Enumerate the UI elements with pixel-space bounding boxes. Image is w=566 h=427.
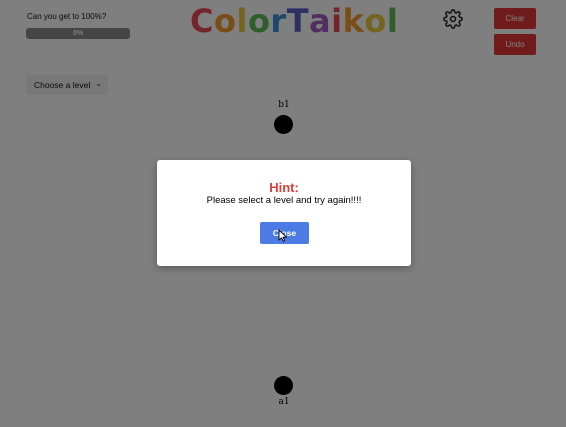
modal-message: Please select a level and try again!!!!: [206, 195, 362, 206]
close-button[interactable]: Close: [260, 222, 309, 244]
modal-title: Hint:: [269, 180, 299, 195]
hint-modal: Hint: Please select a level and try agai…: [157, 160, 411, 266]
